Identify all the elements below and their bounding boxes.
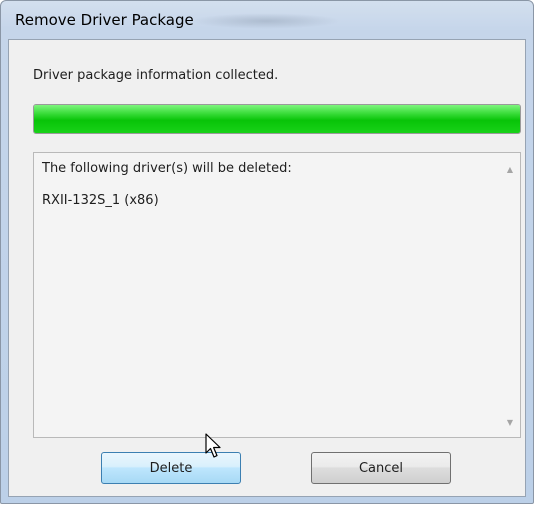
- title-bar[interactable]: Remove Driver Package: [1, 1, 533, 39]
- cancel-button[interactable]: Cancel: [311, 452, 451, 484]
- list-item[interactable]: RXII-132S_1 (x86): [42, 193, 159, 208]
- progress-bar-fill: [34, 105, 520, 133]
- title-bar-glow: [191, 13, 341, 29]
- driver-list-box[interactable]: The following driver(s) will be deleted:…: [33, 152, 521, 438]
- dialog-client-area: Driver package information collected. Th…: [8, 39, 526, 497]
- mouse-pointer-icon: [205, 433, 221, 458]
- window-title: Remove Driver Package: [15, 11, 194, 29]
- status-message: Driver package information collected.: [33, 68, 279, 83]
- dialog-window: Remove Driver Package Driver package inf…: [0, 0, 534, 504]
- scroll-up-arrow-icon[interactable]: ▲: [507, 165, 513, 174]
- driver-list-header: The following driver(s) will be deleted:: [42, 161, 292, 176]
- progress-bar: [33, 104, 521, 134]
- scroll-down-arrow-icon[interactable]: ▼: [507, 418, 513, 427]
